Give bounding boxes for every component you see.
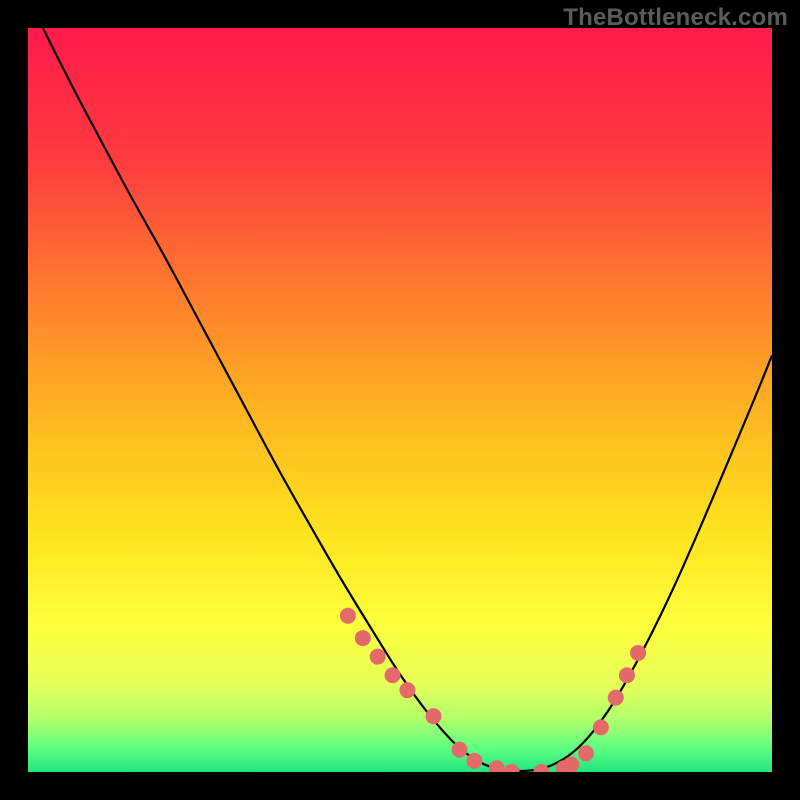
- highlight-point: [619, 667, 635, 683]
- highlight-point: [385, 667, 401, 683]
- highlight-point: [630, 645, 646, 661]
- watermark-text: TheBottleneck.com: [563, 4, 788, 32]
- gradient-background: [28, 28, 772, 772]
- highlight-point: [425, 708, 441, 724]
- highlight-point: [593, 719, 609, 735]
- highlight-point: [340, 608, 356, 624]
- highlight-point: [466, 753, 482, 769]
- highlight-point: [399, 682, 415, 698]
- highlight-point: [608, 690, 624, 706]
- highlight-point: [563, 757, 579, 772]
- highlight-point: [452, 742, 468, 758]
- chart-frame: TheBottleneck.com: [0, 0, 800, 800]
- plot-area: [28, 28, 772, 772]
- highlight-point: [370, 649, 386, 665]
- highlight-point: [355, 630, 371, 646]
- chart-svg: [28, 28, 772, 772]
- highlight-point: [578, 745, 594, 761]
